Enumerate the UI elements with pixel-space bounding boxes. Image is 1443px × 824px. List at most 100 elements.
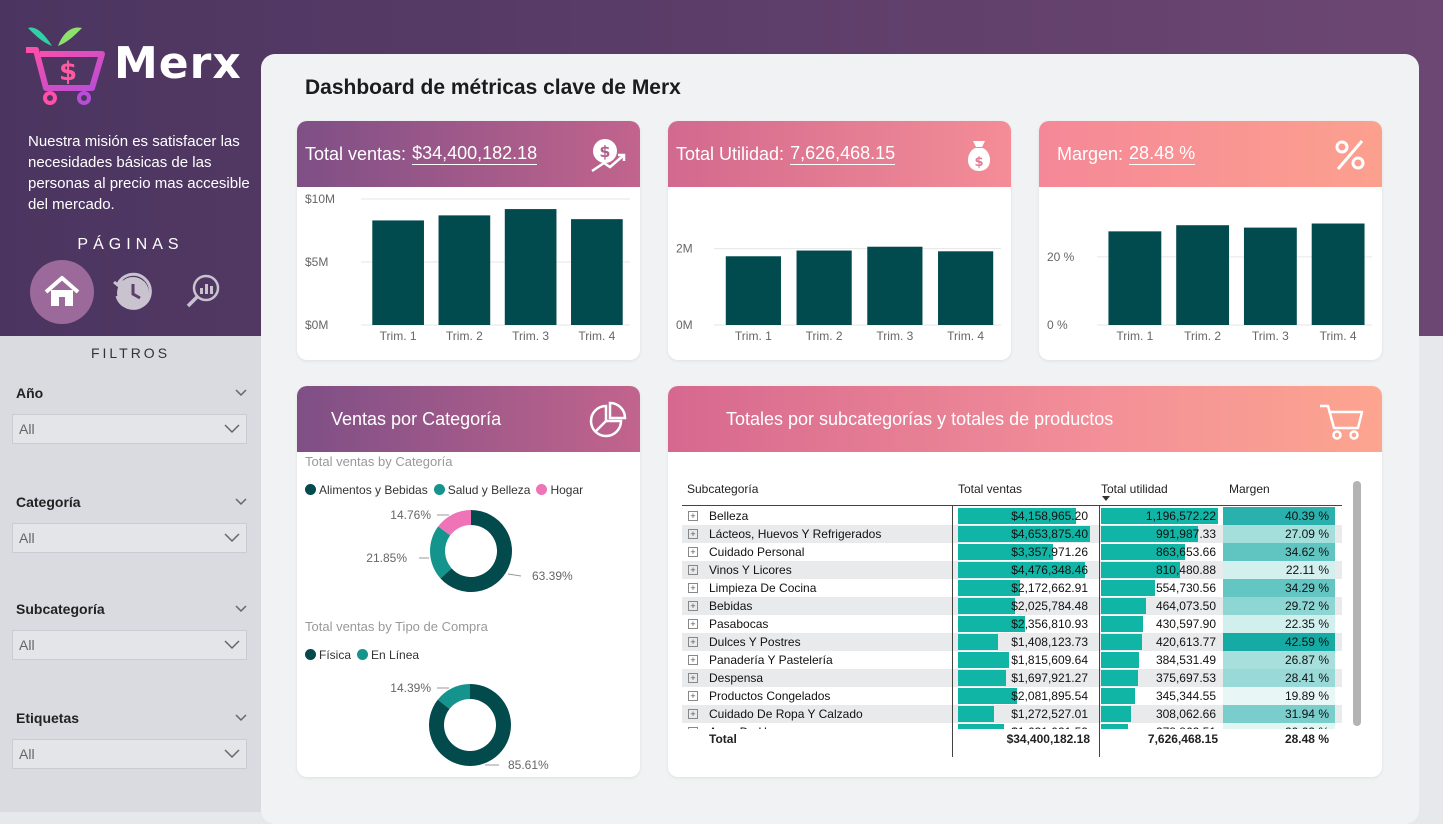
chevron-down-icon[interactable] bbox=[235, 389, 247, 397]
margen-cell: 40.39 % bbox=[1223, 507, 1335, 525]
table-row[interactable]: + Bebidas $2,025,784.48 464,073.50 29.72 % bbox=[682, 597, 1342, 615]
cell-value: 42.59 % bbox=[1284, 635, 1329, 649]
filter-categoria-select[interactable]: All bbox=[12, 523, 247, 553]
x-tick-label: Trim. 4 bbox=[578, 329, 615, 343]
chevron-down-icon[interactable] bbox=[235, 498, 247, 506]
utilidad-cell: 308,062.66 bbox=[1101, 705, 1218, 723]
column-header[interactable]: Total utilidad bbox=[1101, 482, 1168, 496]
chevron-down-icon[interactable] bbox=[235, 605, 247, 613]
expand-icon[interactable]: + bbox=[688, 547, 698, 557]
bar-chart-ventas: $0M $5M $10M Trim. 1 Trim. 2 Trim. 3 Trim. 4 bbox=[305, 192, 630, 343]
nav-home-button[interactable] bbox=[30, 260, 94, 324]
ventas-cell: $4,653,875.40 bbox=[958, 525, 1090, 543]
ventas-cell: $2,172,662.91 bbox=[958, 579, 1090, 597]
cell-value: 308,062.66 bbox=[1155, 707, 1216, 721]
bar bbox=[1311, 223, 1365, 325]
expand-icon[interactable]: + bbox=[688, 529, 698, 539]
cell-value: 430,597.90 bbox=[1155, 617, 1216, 631]
ventas-cell: $2,025,784.48 bbox=[958, 597, 1090, 615]
table-row[interactable]: + Vinos Y Licores $4,476,348.46 810,480.88 2… bbox=[682, 561, 1342, 579]
table-row[interactable]: + Limpieza De Cocina $2,172,662.91 554,730.… bbox=[682, 579, 1342, 597]
table-row[interactable]: + Dulces Y Postres $1,408,123.73 420,613.77… bbox=[682, 633, 1342, 651]
filter-ano-select[interactable]: All bbox=[12, 414, 247, 444]
analytics-search-icon bbox=[186, 274, 220, 308]
ventas-cell: $1,408,123.73 bbox=[958, 633, 1090, 651]
y-tick-label: $10M bbox=[305, 192, 335, 206]
y-tick-label: $0M bbox=[305, 318, 328, 332]
expand-icon[interactable]: + bbox=[688, 511, 698, 521]
cell-value: 22.35 % bbox=[1284, 617, 1329, 631]
table-row[interactable]: + Lácteos, Huevos Y Refrigerados $4,653,87… bbox=[682, 525, 1342, 543]
expand-icon[interactable]: + bbox=[688, 709, 698, 719]
column-header[interactable]: Total ventas bbox=[958, 482, 1022, 496]
table-row[interactable]: + Cuidado Personal $3,357,971.26 863,653.66… bbox=[682, 543, 1342, 561]
cell-value: 1,196,572.22 bbox=[1145, 509, 1216, 523]
table-row[interactable]: + Belleza $4,158,965.20 1,196,572.22 40.39 % bbox=[682, 507, 1342, 525]
margen-cell: 34.62 % bbox=[1223, 543, 1335, 561]
subcategoria-cell: Despensa bbox=[709, 671, 764, 685]
filter-subcategoria: Subcategoría All bbox=[12, 598, 247, 660]
sort-desc-icon[interactable] bbox=[1101, 496, 1111, 502]
column-header[interactable]: Margen bbox=[1229, 482, 1270, 496]
table-row[interactable]: + Panadería Y Pastelería $1,815,609.64 384,… bbox=[682, 651, 1342, 669]
shopping-cart-dollar-icon: $ bbox=[26, 27, 105, 105]
cell-value: 420,613.77 bbox=[1155, 635, 1216, 649]
margen-cell: 22.35 % bbox=[1223, 615, 1335, 633]
x-tick-label: Trim. 2 bbox=[446, 329, 483, 343]
nav-history-button[interactable] bbox=[100, 260, 164, 324]
expand-icon[interactable]: + bbox=[688, 637, 698, 647]
cell-value: $2,172,662.91 bbox=[1011, 581, 1088, 595]
cell-value: 31.94 % bbox=[1284, 707, 1329, 721]
kpi-card-ventas: Total ventas: $34,400,182.18 $ $0M $5M $10… bbox=[297, 121, 640, 360]
table-row[interactable]: + Productos Congelados $2,081,895.54 345,34… bbox=[682, 687, 1342, 705]
expand-icon[interactable]: + bbox=[688, 655, 698, 665]
legend-item[interactable]: En Línea bbox=[357, 648, 419, 662]
column-header[interactable]: Subcategoría bbox=[687, 482, 758, 496]
slice-label: 85.61% bbox=[508, 758, 549, 772]
expand-icon[interactable]: + bbox=[688, 691, 698, 701]
subcategoria-cell: Vinos Y Licores bbox=[709, 563, 792, 577]
legend-label: Física bbox=[319, 648, 352, 662]
expand-icon[interactable]: + bbox=[688, 673, 698, 683]
kpi-label: Margen: bbox=[1057, 143, 1124, 164]
legend-item[interactable]: Salud y Belleza bbox=[433, 483, 530, 497]
cell-value: $1,697,921.27 bbox=[1011, 671, 1088, 685]
donut-chart-categoria: 63.39% 21.85% 14.76% bbox=[366, 508, 573, 592]
utilidad-cell: 464,073.50 bbox=[1101, 597, 1218, 615]
categoria-card: Ventas por Categoría Total ventas by Cat… bbox=[297, 386, 640, 777]
x-tick-label: Trim. 1 bbox=[1116, 329, 1153, 343]
x-tick-label: Trim. 3 bbox=[876, 329, 913, 343]
nav-analytics-button[interactable] bbox=[170, 260, 234, 324]
table-total-row: Total $34,400,182.18 7,626,468.15 28.48 … bbox=[682, 729, 1342, 749]
subcategoria-cell: Belleza bbox=[709, 509, 749, 523]
subcategoria-cell: Limpieza De Cocina bbox=[709, 581, 817, 595]
kpi-header: Total Utilidad: 7,626,468.15 $ bbox=[668, 121, 1011, 187]
categoria-header: Ventas por Categoría bbox=[297, 386, 640, 452]
expand-icon[interactable]: + bbox=[688, 583, 698, 593]
legend-item[interactable]: Hogar bbox=[536, 483, 583, 497]
kpi-label: Total ventas: bbox=[305, 143, 407, 164]
ventas-cell: $3,357,971.26 bbox=[958, 543, 1090, 561]
legend-item[interactable]: Física bbox=[305, 648, 351, 662]
expand-icon[interactable]: + bbox=[688, 619, 698, 629]
expand-icon[interactable]: + bbox=[688, 565, 698, 575]
data-bar bbox=[958, 688, 1018, 704]
bar bbox=[1108, 231, 1162, 325]
utilidad-cell: 554,730.56 bbox=[1101, 579, 1218, 597]
filter-etiquetas-select[interactable]: All bbox=[12, 739, 247, 769]
x-tick-label: Trim. 1 bbox=[735, 329, 772, 343]
table-row[interactable]: + Pasabocas $2,356,810.93 430,597.90 22.35 % bbox=[682, 615, 1342, 633]
table-row[interactable]: + Cuidado De Ropa Y Calzado $1,272,527.01 3… bbox=[682, 705, 1342, 723]
tabla-card: Totales por subcategorías y totales de p… bbox=[668, 386, 1382, 777]
bar bbox=[725, 256, 781, 325]
subcategoria-cell: Pasabocas bbox=[709, 617, 769, 631]
x-tick-label: Trim. 4 bbox=[1320, 329, 1357, 343]
expand-icon[interactable]: + bbox=[688, 601, 698, 611]
chevron-down-icon[interactable] bbox=[235, 714, 247, 722]
table-scrollbar[interactable] bbox=[1353, 481, 1361, 726]
x-tick-label: Trim. 1 bbox=[380, 329, 417, 343]
kpi-header: Total ventas: $34,400,182.18 $ bbox=[297, 121, 640, 187]
filter-subcategoria-select[interactable]: All bbox=[12, 630, 247, 660]
legend-item[interactable]: Alimentos y Bebidas bbox=[305, 483, 428, 497]
table-row[interactable]: + Despensa $1,697,921.27 375,697.53 28.41 % bbox=[682, 669, 1342, 687]
